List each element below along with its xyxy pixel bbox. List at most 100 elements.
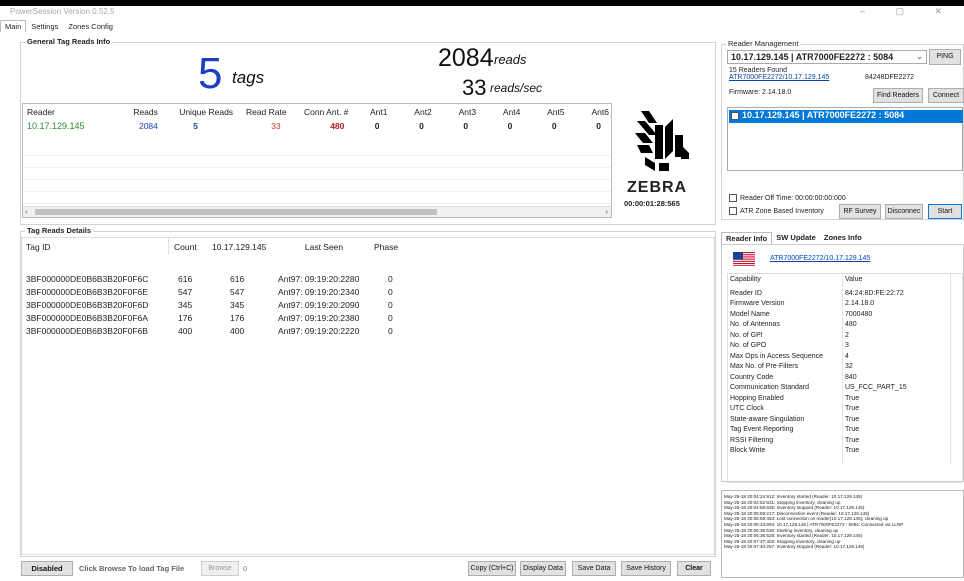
reader-off-time-label: Reader Off Time: 00:00:00:00:000 bbox=[740, 194, 846, 202]
save-history-button[interactable]: Save History bbox=[621, 561, 671, 576]
table-row[interactable]: State-aware Singulation True bbox=[728, 414, 907, 425]
elapsed-timer: 00:00:01:28:565 bbox=[624, 199, 680, 208]
table-row[interactable]: Max Ops in Access Sequence 4 bbox=[728, 351, 907, 362]
reader-table: Reader Reads Unique Reads Read Rate Conn… bbox=[23, 104, 609, 132]
disabled-button[interactable]: Disabled bbox=[21, 561, 73, 576]
tab-reader-info[interactable]: Reader Info bbox=[721, 232, 773, 244]
ping-button[interactable]: PING bbox=[929, 49, 961, 65]
scroll-right-icon[interactable]: › bbox=[605, 207, 608, 216]
capability-value: 4 bbox=[845, 352, 849, 360]
tab-zones-info[interactable]: Zones Info bbox=[820, 232, 866, 244]
reader-info-link[interactable]: ATR7000FE2272/10.17.129.145 bbox=[770, 255, 870, 262]
table-row[interactable]: UTC Clock True bbox=[728, 404, 907, 415]
capability-value: True bbox=[845, 405, 860, 413]
col-capability: Capability bbox=[730, 276, 761, 283]
col-ant3: Ant3 bbox=[458, 107, 477, 117]
table-row[interactable]: Model Name 7000480 bbox=[728, 309, 907, 320]
table-row[interactable]: Firmware Version 2.14.18.0 bbox=[728, 299, 907, 310]
cell-ant3: 0 bbox=[463, 121, 469, 131]
table-row[interactable]: 3BF000000DE0B6B3B20F0F6D 345 345 Ant97: … bbox=[22, 298, 414, 311]
us-flag-icon bbox=[733, 252, 755, 266]
window-controls[interactable]: – ▢ ✕ bbox=[860, 6, 956, 17]
reader-link[interactable]: ATR7000FE2272/10.17.129.145 bbox=[729, 74, 829, 81]
table-row[interactable]: Country Code 840 bbox=[728, 372, 907, 383]
cell-count: 616 bbox=[178, 273, 193, 284]
table-row[interactable]: 3BF000000DE0B6B3B20F0F6C 616 616 Ant97: … bbox=[22, 272, 414, 285]
firmware-label: Firmware: 2.14.18.0 bbox=[729, 89, 792, 96]
tab-zones-config[interactable]: Zones Config bbox=[63, 20, 118, 32]
chevron-down-icon[interactable]: ⌄ bbox=[916, 52, 923, 61]
tab-main[interactable]: Main bbox=[0, 20, 27, 32]
tag-file-hint: Click Browse To load Tag File bbox=[79, 564, 185, 573]
disconnect-button[interactable]: Disconnec bbox=[885, 204, 923, 219]
copy-button[interactable]: Copy (Ctrl+C) bbox=[468, 561, 516, 576]
table-row[interactable]: No. of GPI 2 bbox=[728, 330, 907, 341]
table-row[interactable]: No. of GPO 3 bbox=[728, 341, 907, 352]
display-data-button[interactable]: Display Data bbox=[520, 561, 566, 576]
col-tag-id: Tag ID bbox=[26, 242, 51, 252]
reader-list[interactable]: 10.17.129.145 | ATR7000FE2272 : 5084 bbox=[727, 107, 963, 171]
tag-reads-details-title: Tag Reads Details bbox=[25, 226, 94, 235]
capability-name: Max Ops in Access Sequence bbox=[730, 352, 823, 360]
tags-label: tags bbox=[232, 68, 265, 87]
table-row[interactable]: 10.17.129.145 2084 5 33 480 0 0 0 0 0 0 bbox=[23, 120, 609, 132]
cell-reader-count: 176 bbox=[230, 312, 245, 323]
scroll-left-icon[interactable]: ‹ bbox=[25, 207, 28, 216]
cell-phase: 0 bbox=[388, 325, 393, 336]
tags-count: 5 bbox=[198, 49, 223, 98]
browse-button[interactable]: Browse bbox=[201, 561, 239, 576]
table-row[interactable]: 3BF000000DE0B6B3B20F0F6B 400 400 Ant97: … bbox=[22, 324, 414, 337]
zebra-logo: ZEBRA 00:00:01:28:565 bbox=[623, 105, 698, 210]
reader-table-container[interactable]: Reader Reads Unique Reads Read Rate Conn… bbox=[22, 103, 612, 218]
capability-name: State-aware Singulation bbox=[730, 415, 805, 423]
info-tabs: Reader Info SW Update Zones Info bbox=[721, 232, 866, 244]
tag-details-table-container[interactable]: Tag ID Count 10.17.129.145 Last Seen Pha… bbox=[21, 237, 715, 555]
reader-list-item-label: 10.17.129.145 | ATR7000FE2272 : 5084 bbox=[742, 110, 905, 120]
cell-phase: 0 bbox=[388, 312, 393, 323]
cell-count: 345 bbox=[178, 299, 193, 310]
cell-last-seen: Ant97: 09:19:20:2090 bbox=[278, 299, 360, 310]
table-row[interactable]: Tag Event Reporting True bbox=[728, 425, 907, 436]
table-row[interactable]: 3BF000000DE0B6B3B20F0F6E 547 547 Ant97: … bbox=[22, 285, 414, 298]
zone-inventory-checkbox[interactable] bbox=[729, 207, 737, 215]
table-row[interactable]: No. of Antennas 480 bbox=[728, 320, 907, 331]
reader-list-item[interactable]: 10.17.129.145 | ATR7000FE2272 : 5084 bbox=[729, 110, 963, 123]
cell-phase: 0 bbox=[388, 273, 393, 284]
tab-settings[interactable]: Settings bbox=[26, 20, 63, 32]
start-button[interactable]: Start bbox=[928, 204, 962, 219]
event-log[interactable]: May-25-18 20:04:24:912: Inventory starte… bbox=[721, 490, 964, 578]
zone-inventory-row[interactable]: ATR Zone Based Inventory bbox=[729, 207, 824, 215]
table-row[interactable]: Reader ID 84:24:8D:FE:22:72 bbox=[728, 288, 907, 299]
save-data-button[interactable]: Save Data bbox=[572, 561, 616, 576]
reader-off-time-row[interactable]: Reader Off Time: 00:00:00:00:000 bbox=[729, 194, 846, 202]
connect-button[interactable]: Connect bbox=[928, 88, 964, 103]
clear-button[interactable]: Clear bbox=[677, 561, 711, 576]
rate-label: reads/sec bbox=[490, 81, 543, 95]
capability-value: True bbox=[845, 415, 860, 423]
find-readers-button[interactable]: Find Readers bbox=[873, 88, 923, 103]
col-reader: Reader bbox=[27, 107, 55, 117]
table-row[interactable]: RSSI Filtering True bbox=[728, 435, 907, 446]
reads-label: reads bbox=[494, 52, 527, 67]
capability-name: Max No. of Pre-Filters bbox=[730, 363, 799, 371]
reader-off-time-checkbox[interactable] bbox=[729, 194, 737, 202]
table-row[interactable]: Max No. of Pre-Filters 32 bbox=[728, 362, 907, 373]
cell-reader-count: 400 bbox=[230, 325, 245, 336]
col-reader-count: 10.17.129.145 bbox=[212, 242, 267, 252]
reader-select[interactable]: 10.17.129.145 | ATR7000FE2272 : 5084 ⌄ bbox=[727, 50, 927, 64]
tab-sw-update[interactable]: SW Update bbox=[772, 232, 820, 244]
table-row[interactable]: 3BF000000DE0B6B3B20F0F6A 176 176 Ant97: … bbox=[22, 311, 414, 324]
table-row[interactable]: Block Write True bbox=[728, 446, 907, 457]
window-title: PowerSession Version 0.52.5 bbox=[10, 7, 115, 16]
table-row[interactable]: Communication Standard US_FCC_PART_15 bbox=[728, 383, 907, 394]
reader-checkbox[interactable] bbox=[731, 111, 739, 120]
capability-name: RSSI Filtering bbox=[730, 436, 774, 444]
rf-survey-button[interactable]: RF Survey bbox=[839, 204, 881, 219]
table-row[interactable]: Hopping Enabled True bbox=[728, 393, 907, 404]
cell-conn-ant: 480 bbox=[330, 121, 345, 131]
horizontal-scrollbar[interactable]: ‹ › bbox=[23, 206, 611, 217]
capability-name: Model Name bbox=[730, 310, 770, 318]
scroll-thumb[interactable] bbox=[35, 209, 437, 215]
cell-reader: 10.17.129.145 bbox=[27, 121, 85, 131]
col-count: Count bbox=[174, 242, 197, 252]
